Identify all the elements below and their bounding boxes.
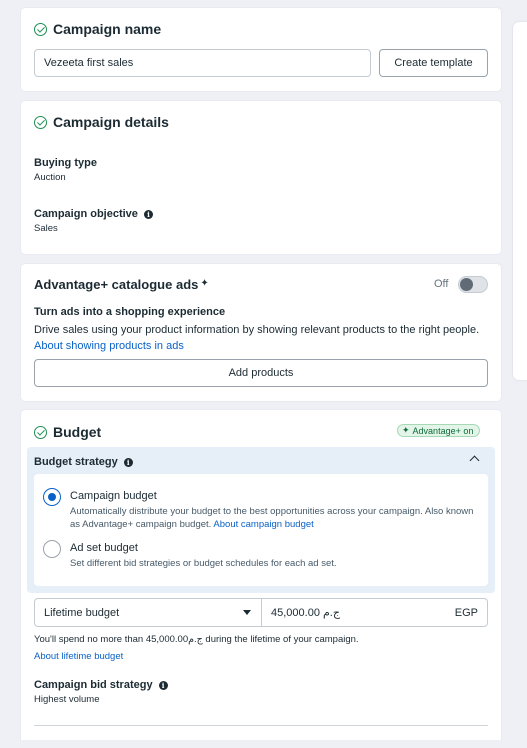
campaign-details-header: Campaign details: [34, 114, 169, 130]
campaign-objective-label: Campaign objective: [34, 208, 138, 220]
advantage-catalogue-title: Advantage+ catalogue ads: [34, 277, 199, 292]
page-bottom-edge: [0, 740, 527, 748]
budget-amount-value: ج.م 45,000.00: [271, 607, 340, 619]
advantage-catalogue-description-block: Drive sales using your product informati…: [34, 322, 484, 354]
budget-strategy-header: Budget strategy i: [34, 456, 133, 468]
campaign-budget-radio[interactable]: [43, 488, 61, 506]
budget-card: Budget ✦ Advantage+ on Budget strategy i …: [21, 410, 501, 748]
campaign-objective-value: Sales: [34, 223, 58, 234]
campaign-details-card: Campaign details Buying type Auction Cam…: [21, 101, 501, 254]
budget-amount-input[interactable]: ج.م 45,000.00 EGP: [261, 598, 488, 627]
budget-strategy-options: Campaign budget Automatically distribute…: [34, 474, 488, 586]
ad-set-budget-title: Ad set budget: [70, 542, 138, 554]
add-products-button[interactable]: Add products: [34, 359, 488, 387]
chevron-up-icon[interactable]: [469, 455, 480, 466]
info-icon[interactable]: i: [143, 210, 153, 219]
advantage-catalogue-subtitle: Turn ads into a shopping experience: [34, 306, 226, 318]
advantage-catalogue-description: Drive sales using your product informati…: [34, 324, 480, 336]
budget-type-dropdown[interactable]: Lifetime budget: [34, 598, 262, 627]
ad-set-budget-radio[interactable]: [43, 540, 61, 558]
create-template-button[interactable]: Create template: [379, 49, 488, 77]
divider: [34, 725, 488, 726]
campaign-budget-description-block: Automatically distribute your budget to …: [70, 505, 480, 531]
buying-type-value: Auction: [34, 172, 66, 183]
right-side-panel-edge: [513, 22, 527, 380]
budget-type-value: Lifetime budget: [44, 606, 120, 619]
campaign-budget-title: Campaign budget: [70, 490, 157, 502]
campaign-name-title: Campaign name: [53, 21, 162, 37]
caret-down-icon: [243, 610, 251, 615]
sparkle-icon: ✦: [402, 425, 410, 435]
campaign-details-title: Campaign details: [53, 114, 169, 130]
campaign-name-input[interactable]: Vezeeta first sales: [34, 49, 371, 77]
info-icon[interactable]: i: [123, 458, 133, 467]
budget-header: Budget: [34, 424, 101, 440]
check-circle-icon: [34, 425, 47, 439]
bid-strategy-label-row: Campaign bid strategy i: [34, 679, 168, 691]
bid-strategy-value: Highest volume: [34, 694, 100, 705]
about-lifetime-budget-link[interactable]: About lifetime budget: [34, 651, 123, 662]
campaign-name-header: Campaign name: [34, 21, 161, 37]
toggle-state-label: Off: [434, 278, 449, 290]
sparkle-icon: ✦: [200, 278, 209, 289]
info-icon[interactable]: i: [158, 681, 168, 690]
bid-strategy-label: Campaign bid strategy: [34, 679, 153, 691]
toggle-knob: [460, 278, 473, 291]
campaign-objective-label-row: Campaign objective i: [34, 208, 153, 220]
campaign-name-card: Campaign name Vezeeta first sales Create…: [21, 8, 501, 91]
check-circle-icon: [34, 22, 47, 36]
budget-title: Budget: [53, 424, 102, 440]
advantage-catalogue-toggle[interactable]: [458, 276, 488, 293]
budget-strategy-label: Budget strategy: [34, 456, 118, 468]
advantage-catalogue-header: Advantage+ catalogue ads ✦: [34, 277, 209, 292]
buying-type-label: Buying type: [34, 157, 97, 169]
about-campaign-budget-link[interactable]: About campaign budget: [213, 519, 313, 530]
about-showing-products-link[interactable]: About showing products in ads: [34, 340, 184, 352]
advantage-on-badge: ✦ Advantage+ on: [397, 424, 481, 437]
ad-set-budget-description: Set different bid strategies or budget s…: [70, 558, 337, 569]
advantage-catalogue-card: Advantage+ catalogue ads ✦ Off Turn ads i…: [21, 264, 501, 401]
currency-label: EGP: [454, 607, 478, 619]
budget-strategy-section: Budget strategy i Campaign budget Automat…: [27, 447, 495, 593]
spend-note: You'll spend no more than 45,000.00ج.م d…: [34, 634, 359, 645]
advantage-on-label: Advantage+ on: [412, 425, 474, 436]
check-circle-icon: [34, 115, 47, 129]
